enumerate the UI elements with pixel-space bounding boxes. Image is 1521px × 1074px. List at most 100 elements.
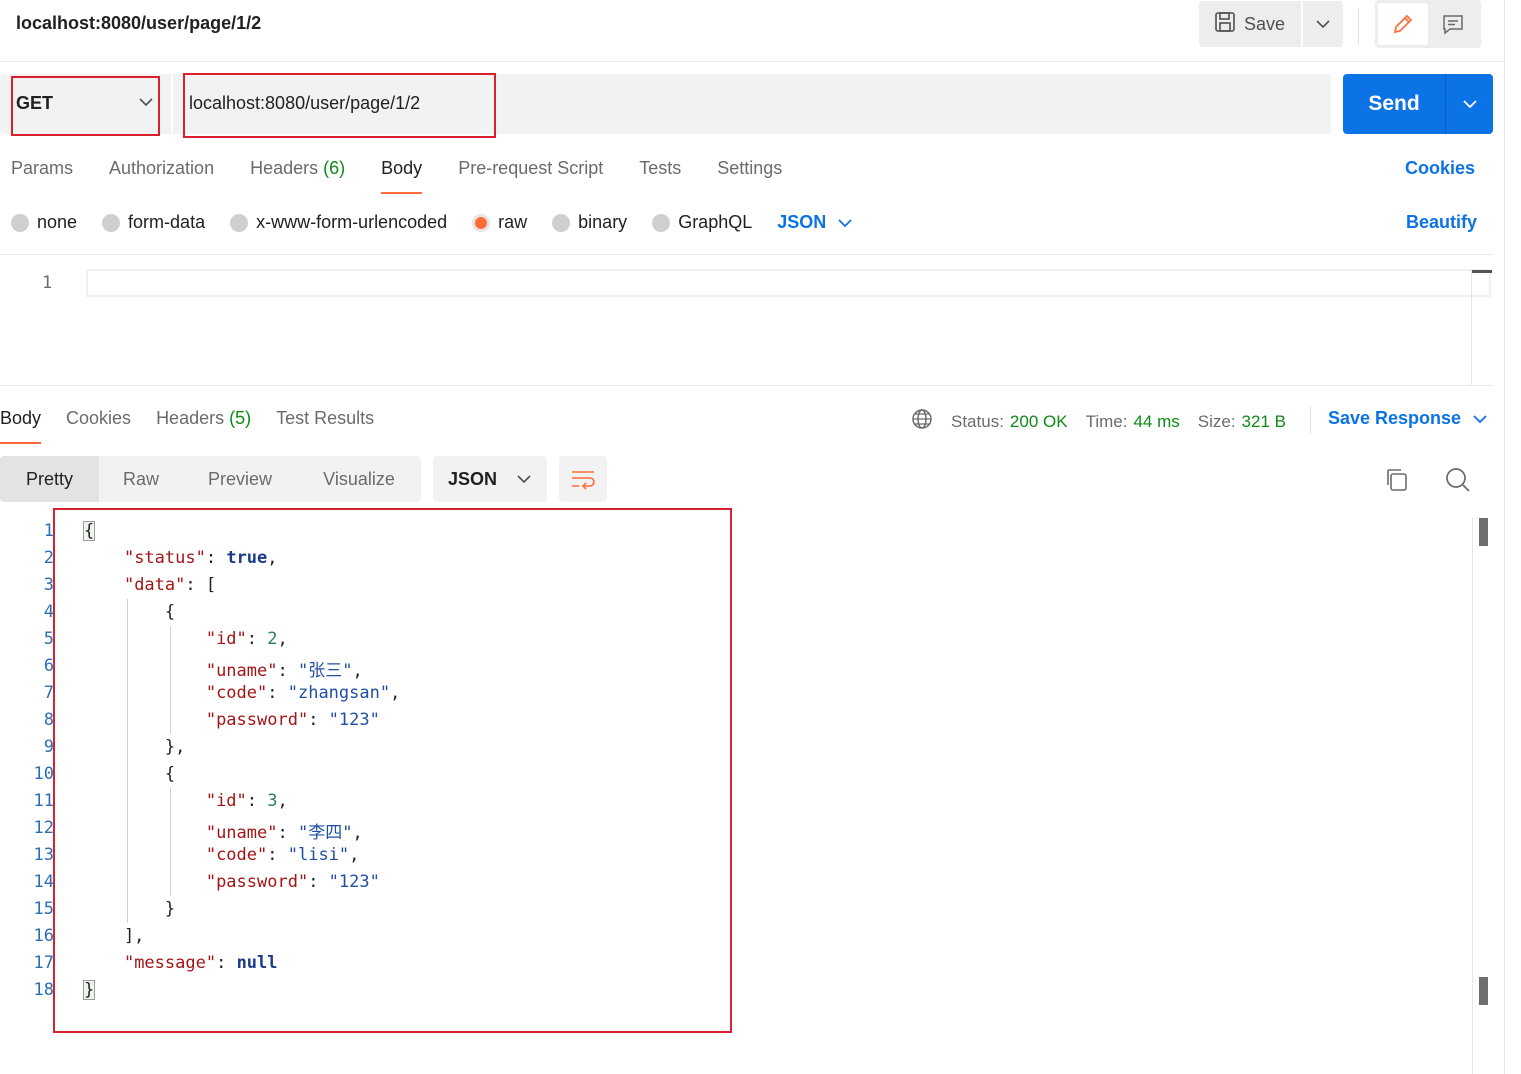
- code-text: {: [83, 764, 176, 784]
- response-format-label: JSON: [448, 468, 498, 489]
- view-visualize[interactable]: Visualize: [297, 456, 421, 502]
- code-text: }: [83, 899, 176, 919]
- send-options-button[interactable]: [1446, 74, 1493, 134]
- tab-label: Body: [0, 408, 42, 428]
- copy-icon: [1387, 469, 1407, 491]
- request-body-editor[interactable]: 1: [0, 254, 1493, 386]
- code-line: 8 "password": "123": [0, 710, 740, 737]
- tab-body[interactable]: Body: [381, 158, 423, 194]
- line-number: 4: [43, 602, 54, 622]
- code-line: 7 "code": "zhangsan",: [0, 683, 740, 710]
- body-type-selector: none form-data x-www-form-urlencoded raw…: [11, 212, 852, 233]
- code-text: "uname": "张三",: [205, 661, 363, 681]
- globe-icon[interactable]: [911, 408, 933, 435]
- radio-none[interactable]: none: [11, 212, 77, 233]
- line-number: 7: [43, 683, 54, 703]
- tab-settings[interactable]: Settings: [717, 158, 782, 194]
- comment-icon: [1443, 15, 1463, 35]
- radio-raw[interactable]: raw: [472, 212, 527, 233]
- body-format-select[interactable]: JSON: [777, 212, 852, 233]
- radio-binary[interactable]: binary: [552, 212, 627, 233]
- code-line: 1{: [0, 521, 740, 548]
- beautify-link[interactable]: Beautify: [1406, 212, 1477, 233]
- line-number: 10: [33, 764, 54, 784]
- time-label: Time:: [1085, 411, 1128, 431]
- code-line: 11 "id": 3,: [0, 791, 740, 818]
- tab-response-body[interactable]: Body: [0, 408, 42, 444]
- tab-authorization[interactable]: Authorization: [109, 158, 214, 194]
- code-text: {: [83, 521, 96, 541]
- size-value[interactable]: 321 B: [1242, 412, 1286, 432]
- scrollbar-track[interactable]: [1472, 518, 1473, 1074]
- line-number: 16: [33, 926, 54, 946]
- code-line: 3 "data": [: [0, 575, 740, 602]
- code-text: ],: [83, 926, 145, 946]
- send-button[interactable]: Send: [1343, 74, 1445, 134]
- edit-mode-button[interactable]: [1378, 3, 1428, 45]
- status-value[interactable]: 200 OK: [1010, 412, 1068, 432]
- radio-x-www-form-urlencoded[interactable]: x-www-form-urlencoded: [230, 212, 447, 233]
- code-text: "id": 2,: [205, 629, 288, 649]
- url-input[interactable]: localhost:8080/user/page/1/2: [173, 74, 1331, 134]
- code-line: 10 {: [0, 764, 740, 791]
- save-response-label: Save Response: [1328, 408, 1462, 428]
- scrollbar-thumb[interactable]: [1479, 977, 1488, 1005]
- method-select[interactable]: GET: [0, 74, 171, 134]
- time-value[interactable]: 44 ms: [1133, 412, 1179, 432]
- search-icon: [1446, 468, 1470, 492]
- code-text: "data": [: [123, 575, 217, 595]
- tab-pre-request-script[interactable]: Pre-request Script: [458, 158, 603, 194]
- tab-count: (5): [229, 408, 252, 428]
- response-view-switcher: Pretty Raw Preview Visualize: [0, 456, 421, 502]
- tab-headers[interactable]: Headers (6): [250, 158, 345, 194]
- scrollbar-thumb[interactable]: [1472, 270, 1492, 273]
- radio-dot: [11, 213, 29, 232]
- line-number: 6: [43, 656, 54, 676]
- radio-dot: [230, 213, 249, 232]
- wrap-lines-button[interactable]: [559, 456, 607, 502]
- save-group: Save: [1199, 1, 1343, 47]
- code-line: 9 },: [0, 737, 740, 764]
- save-response-button[interactable]: Save Response: [1328, 408, 1487, 429]
- code-line: 16 ],: [0, 926, 740, 953]
- save-options-button[interactable]: [1303, 1, 1343, 47]
- tab-label: Headers: [156, 408, 225, 428]
- line-number: 1: [43, 521, 54, 541]
- tab-test-results[interactable]: Test Results: [276, 408, 374, 444]
- tab-count: (6): [323, 158, 346, 178]
- tab-response-cookies[interactable]: Cookies: [66, 408, 131, 444]
- request-header: localhost:8080/user/page/1/2 Save: [0, 0, 1505, 62]
- code-line: 13 "code": "lisi",: [0, 845, 740, 872]
- cookies-link[interactable]: Cookies: [1405, 158, 1475, 179]
- tab-label: Params: [11, 158, 74, 178]
- tab-tests[interactable]: Tests: [639, 158, 681, 194]
- copy-button[interactable]: [1383, 466, 1411, 499]
- comments-button[interactable]: [1428, 3, 1478, 45]
- code-line: 12 "uname": "李四",: [0, 818, 740, 845]
- view-preview[interactable]: Preview: [183, 456, 297, 502]
- code-line: 6 "uname": "张三",: [0, 656, 740, 683]
- radio-label: none: [37, 212, 78, 232]
- code-text: {: [83, 602, 176, 622]
- code-text: "status": true,: [123, 548, 278, 568]
- radio-dot: [652, 213, 671, 232]
- radio-label: x-www-form-urlencoded: [256, 212, 448, 232]
- tab-label: Cookies: [66, 408, 132, 428]
- radio-graphql[interactable]: GraphQL: [652, 212, 752, 233]
- radio-form-data[interactable]: form-data: [102, 212, 205, 233]
- search-button[interactable]: [1444, 466, 1472, 499]
- line-number: 17: [33, 953, 54, 973]
- view-pretty[interactable]: Pretty: [0, 456, 99, 502]
- response-format-select[interactable]: JSON: [433, 456, 547, 502]
- request-name[interactable]: localhost:8080/user/page/1/2: [16, 13, 261, 34]
- line-number: 5: [43, 629, 54, 649]
- scrollbar[interactable]: [1471, 270, 1492, 386]
- scrollbar-thumb[interactable]: [1479, 518, 1488, 546]
- tab-response-headers[interactable]: Headers (5): [156, 408, 251, 444]
- mode-toggle: [1375, 0, 1481, 48]
- view-raw[interactable]: Raw: [99, 456, 183, 502]
- divider: [1310, 407, 1311, 433]
- save-button[interactable]: Save: [1199, 1, 1301, 47]
- line-number: 13: [33, 845, 54, 865]
- tab-params[interactable]: Params: [11, 158, 73, 194]
